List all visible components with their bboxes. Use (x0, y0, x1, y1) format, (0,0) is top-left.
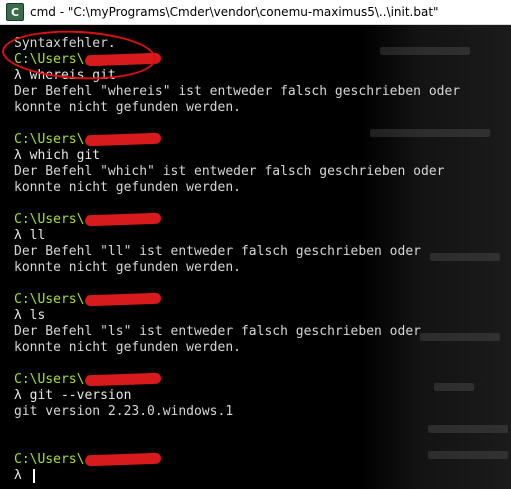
error-output-line: Der Befehl "ls" ist entweder falsch gesc… (14, 324, 421, 339)
error-output-line: Der Befehl "whereis" ist entweder falsch… (14, 84, 461, 99)
prompt-path: C:\Users\ (14, 212, 85, 227)
console-output: Syntaxfehler. C:\Users\ λ whereis git De… (14, 36, 511, 484)
window-title-bar[interactable]: C cmd - "C:\myPrograms\Cmder\vendor\cone… (0, 0, 511, 25)
error-output-line: konnte nicht gefunden werden. (14, 340, 241, 355)
error-output-line: konnte nicht gefunden werden. (14, 260, 241, 275)
command-line: λ ll (14, 228, 511, 244)
command-text: ll (29, 228, 46, 243)
command-text: ls (29, 308, 46, 323)
prompt-path: C:\Users\ (14, 132, 85, 147)
redacted-username (85, 452, 162, 467)
prompt-line: C:\Users\ (14, 292, 511, 308)
lambda-symbol: λ (14, 308, 30, 323)
active-input-line[interactable]: λ (14, 468, 511, 484)
redacted-username (85, 132, 162, 147)
command-text: which git (29, 148, 101, 163)
error-output-line: konnte nicht gefunden werden. (14, 180, 241, 195)
error-output-line: konnte nicht gefunden werden. (14, 100, 241, 115)
window-title: cmd - "C:\myPrograms\Cmder\vendor\conemu… (30, 5, 439, 19)
error-output-line: Der Befehl "ll" ist entweder falsch gesc… (14, 244, 421, 259)
prompt-line: C:\Users\ (14, 132, 511, 148)
text-cursor (32, 468, 35, 483)
command-line: λ which git (14, 148, 511, 164)
command-line: λ git --version (14, 388, 511, 404)
lambda-symbol: λ (14, 468, 30, 483)
redacted-username (85, 212, 162, 227)
console-area[interactable]: Syntaxfehler. C:\Users\ λ whereis git De… (0, 25, 511, 489)
prompt-path: C:\Users\ (14, 292, 85, 307)
prompt-path: C:\Users\ (14, 452, 85, 467)
version-output-line: git version 2.23.0.windows.1 (14, 404, 234, 419)
lambda-symbol: λ (14, 148, 30, 163)
prompt-line: C:\Users\ (14, 372, 511, 388)
lambda-symbol: λ (14, 388, 30, 403)
redacted-username (85, 292, 162, 307)
prompt-path: C:\Users\ (14, 372, 85, 387)
command-text: git --version (29, 388, 132, 403)
lambda-symbol: λ (14, 228, 30, 243)
cmder-icon[interactable]: C (6, 3, 24, 21)
prompt-line: C:\Users\ (14, 212, 511, 228)
redacted-username (85, 372, 162, 387)
prompt-line: C:\Users\ (14, 452, 511, 468)
error-output-line: Der Befehl "which" ist entweder falsch g… (14, 164, 445, 179)
command-line: λ ls (14, 308, 511, 324)
